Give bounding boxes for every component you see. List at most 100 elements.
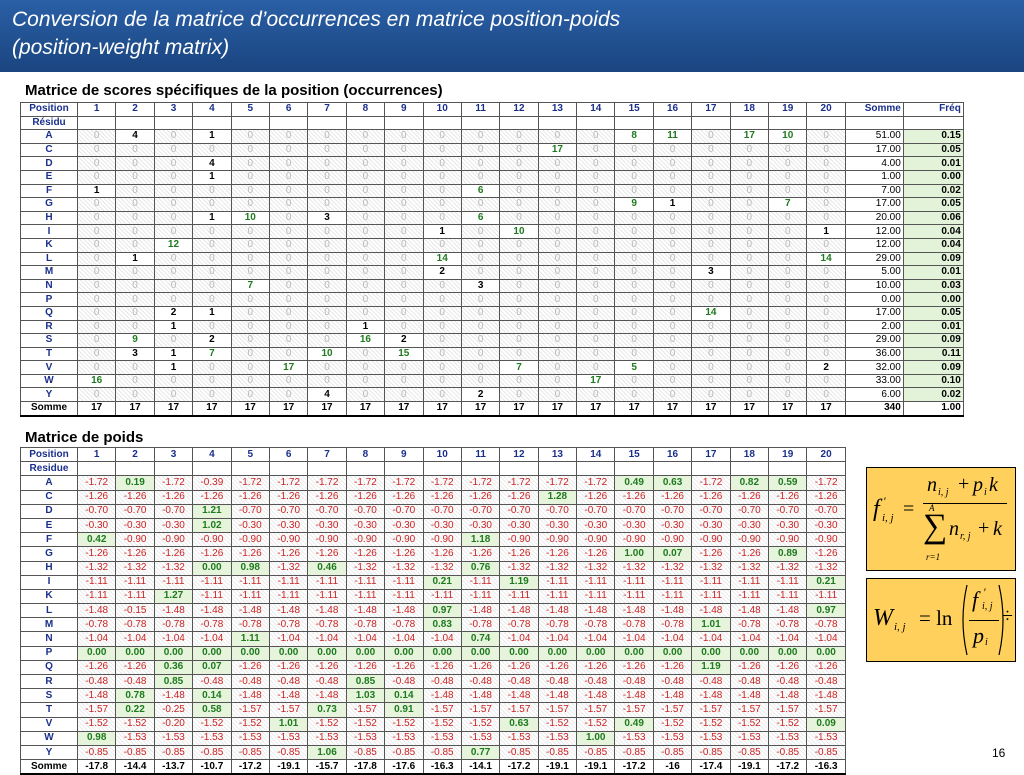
w-cell: 0.36 — [153, 659, 194, 676]
occ-cell: 0 — [345, 346, 386, 362]
occ-head-pos: 9 — [384, 102, 424, 117]
w-cell: -1.11 — [652, 588, 693, 605]
w-cell: -0.78 — [307, 617, 347, 633]
w-cell: -0.48 — [806, 673, 846, 690]
w-cell: -1.26 — [192, 546, 232, 562]
occ-row-sum: 1.00 — [844, 169, 904, 185]
w-cell: 0.00 — [76, 645, 117, 661]
occ-cell: 0 — [806, 210, 846, 226]
w-cell: -1.48 — [652, 688, 693, 704]
formula2-den-sub: i — [985, 637, 988, 648]
occ-residue-label: T — [20, 346, 78, 362]
w-cell: -1.48 — [768, 603, 808, 619]
occ-cell: 2 — [384, 333, 424, 348]
w-cell: -0.85 — [153, 744, 194, 761]
w-cell: -0.90 — [806, 532, 846, 548]
occ-cell: 0 — [614, 387, 654, 403]
w-cell: -0.78 — [115, 617, 155, 633]
occ-cell: 0 — [806, 197, 846, 212]
occ-cell: 0 — [192, 278, 232, 294]
w-row: T -1.57 0.22 -0.25 0.58 -1.57 -1.57 0.73 -1.57 0.… — [20, 702, 846, 718]
occ-cell: 0 — [652, 333, 693, 348]
w-cell: -0.48 — [499, 673, 539, 690]
w-header-row: Position 1 2 3 4 5 6 7 8 9 10 11 12 13 14 15 16 17 18 19 20 — [20, 446, 846, 463]
w-cell: -0.70 — [537, 503, 578, 519]
w-cell: 0.00 — [307, 645, 347, 661]
w-cell: -0.30 — [460, 517, 501, 534]
occ-cell: 0 — [115, 197, 155, 212]
occ-cell: 0 — [268, 224, 309, 239]
occ-row: Q 0 0 2 1 0 0 0 0 0 0 0 0 0 0 0 0 14 0 0 0 17.00 0.05 — [20, 305, 964, 321]
occ-cell: 0 — [76, 360, 117, 375]
occ-row-freq: 0.01 — [902, 319, 964, 335]
w-cell: -0.78 — [345, 617, 386, 633]
occ-cell: 0 — [537, 129, 578, 144]
w-cell: -1.48 — [691, 603, 731, 619]
occ-cell: 7 — [230, 278, 270, 294]
occ-cell: 0 — [499, 210, 539, 226]
occurrence-matrix-title: Matrice de scores spécifiques de la posi… — [25, 82, 443, 99]
w-cell: -0.70 — [652, 503, 693, 519]
w-cell: 1.06 — [307, 744, 347, 761]
occ-cell: 0 — [614, 169, 654, 185]
occ-blank-cell — [576, 115, 616, 131]
w-cell: -1.53 — [230, 730, 270, 746]
occ-cell: 0 — [652, 305, 693, 321]
w-head-pos: 3 — [153, 446, 194, 463]
w-blank-cell — [115, 461, 155, 477]
w-blank-cell — [307, 461, 347, 477]
occ-cell: 0 — [115, 142, 155, 158]
occ-cell: 0 — [691, 237, 731, 253]
w-cell: -0.90 — [192, 532, 232, 548]
occ-blank-cell — [768, 115, 808, 131]
w-row: P 0.00 0.00 0.00 0.00 0.00 0.00 0.00 0.00 0.00 0.0… — [20, 645, 846, 661]
occ-residue-label: Q — [20, 305, 78, 321]
occ-cell: 12 — [153, 237, 194, 253]
w-cell: -1.32 — [576, 560, 616, 576]
w-row: Q -1.26 -1.26 0.36 0.07 -1.26 -1.26 -1.26 -1.26-… — [20, 659, 846, 676]
occ-cell: 0 — [384, 305, 424, 321]
formula1-lhs-f: f — [873, 496, 880, 522]
w-cell: -1.11 — [192, 588, 232, 605]
occ-cell: 0 — [115, 292, 155, 307]
occ-cell: 0 — [384, 156, 424, 171]
w-cell: 0.85 — [345, 673, 386, 690]
w-cell: -1.11 — [768, 588, 808, 605]
occ-head-pos: 8 — [345, 102, 386, 117]
occ-cell: 14 — [691, 305, 731, 321]
w-cell: -1.72 — [460, 475, 501, 491]
w-cell: -1.57 — [76, 702, 117, 718]
w-head-pos: 14 — [576, 446, 616, 463]
w-cell: 0.14 — [192, 688, 232, 704]
w-cell: -0.70 — [384, 503, 424, 519]
occ-row-sum: 36.00 — [844, 346, 904, 362]
w-cell: -1.32 — [768, 560, 808, 576]
w-row: M -0.78 -0.78 -0.78 -0.78 -0.78 -0.78 -0.78 -0.7… — [20, 617, 846, 633]
occ-cell: 0 — [460, 360, 501, 375]
w-cell: -1.48 — [153, 688, 194, 704]
occ-row: F 1 0 0 0 0 0 0 0 0 0 6 0 0 0 0 0 0 0 0 0 7.00 0.02 — [20, 183, 964, 199]
occ-cell: 0 — [384, 278, 424, 294]
occ-cell: 0 — [76, 169, 117, 185]
occ-head-position: Position — [20, 102, 78, 117]
occ-cell: 0 — [576, 156, 616, 171]
w-cell: -0.70 — [576, 503, 616, 519]
occ-cell: 0 — [614, 292, 654, 307]
w-cell: -0.30 — [806, 517, 846, 534]
occ-row-sum: 29.00 — [844, 251, 904, 267]
w-cell: -1.72 — [307, 475, 347, 491]
w-cell: -1.48 — [307, 603, 347, 619]
w-cell: -1.26 — [384, 546, 424, 562]
weight-matrix-table: Position 1 2 3 4 5 6 7 8 9 10 11 12 13 14 15 16 17 18 19 20 R… — [20, 446, 846, 775]
occ-total-cell: 17 — [307, 401, 347, 417]
occ-residue-label: Y — [20, 387, 78, 403]
w-row: E -0.30 -0.30 -0.30 1.02 -0.30 -0.30 -0.30 -0.30… — [20, 517, 846, 534]
w-cell: 0.00 — [729, 645, 770, 661]
formula2-num-prime: ' — [983, 585, 986, 599]
w-cell: -0.30 — [499, 517, 539, 534]
w-cell: -1.52 — [576, 716, 616, 732]
occ-cell: 0 — [268, 278, 309, 294]
occ-cell: 0 — [537, 360, 578, 375]
occ-row: K 0 0 12 0 0 0 0 0 0 0 0 0 0 0 0 0 0 0 0 0 12.00 0.04 — [20, 237, 964, 253]
occ-cell: 0 — [691, 224, 731, 239]
